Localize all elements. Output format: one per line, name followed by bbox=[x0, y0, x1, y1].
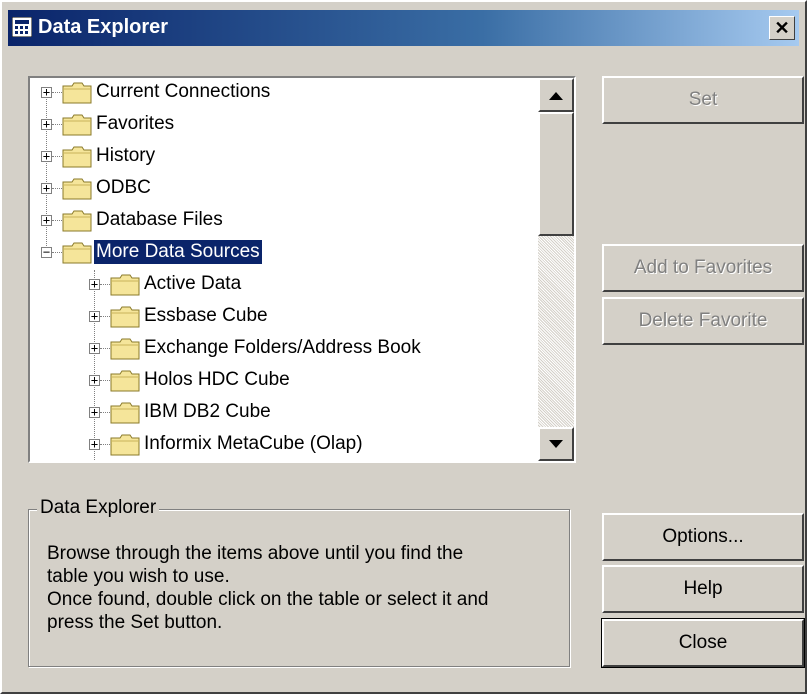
close-button[interactable]: Close bbox=[601, 618, 805, 668]
description-line-3: Once found, double click on the table or… bbox=[47, 589, 489, 610]
tree-item-label: History bbox=[96, 145, 156, 166]
data-explorer-info-group: Data Explorer Browse through the items a… bbox=[28, 497, 570, 667]
expand-icon[interactable]: + bbox=[89, 278, 100, 290]
expand-icon[interactable]: + bbox=[89, 406, 100, 418]
tree-item-label: Exchange Folders/Address Book bbox=[144, 337, 421, 358]
tree-connector-line bbox=[52, 220, 62, 221]
window-title: Data Explorer bbox=[38, 16, 169, 38]
set-button-label: Set bbox=[688, 89, 718, 110]
arrow-down-icon bbox=[549, 440, 563, 448]
delete-favorite-button[interactable]: Delete Favorite bbox=[602, 297, 804, 345]
tree-item[interactable]: − More Data Sources bbox=[30, 238, 538, 270]
tree-item[interactable]: + Favorites bbox=[30, 110, 538, 142]
add-to-favorites-button[interactable]: Add to Favorites bbox=[602, 244, 804, 292]
group-title: Data Explorer bbox=[37, 497, 160, 519]
folder-icon bbox=[110, 434, 140, 456]
expand-icon[interactable]: + bbox=[89, 342, 100, 354]
expand-icon[interactable]: + bbox=[89, 438, 100, 450]
description-line-4: press the Set button. bbox=[47, 612, 223, 633]
tree-connector-line bbox=[100, 284, 110, 285]
tree-connector-line bbox=[52, 188, 62, 189]
tree-items: + Current Connections + Favorites + History + O… bbox=[30, 78, 538, 461]
tree-connector-line bbox=[100, 348, 110, 349]
expand-icon[interactable]: + bbox=[41, 182, 52, 194]
tree-connector-line bbox=[100, 412, 110, 413]
tree-connector-line bbox=[100, 316, 110, 317]
tree-item[interactable]: + IBM DB2 Cube bbox=[30, 398, 538, 430]
tree-connector-line bbox=[100, 380, 110, 381]
delete-favorite-label: Delete Favorite bbox=[638, 310, 768, 331]
set-button[interactable]: Set bbox=[602, 76, 804, 124]
tree-vertical-scrollbar[interactable] bbox=[538, 78, 574, 461]
scroll-down-button[interactable] bbox=[538, 427, 574, 461]
folder-icon bbox=[62, 82, 92, 104]
scroll-up-button[interactable] bbox=[538, 78, 574, 112]
tree-item[interactable]: + ODBC bbox=[30, 174, 538, 206]
tree-connector-line bbox=[52, 124, 62, 125]
group-description: Browse through the items above until you… bbox=[47, 542, 557, 634]
tree-item-label: Database Files bbox=[96, 209, 223, 230]
folder-icon bbox=[110, 402, 140, 424]
options-button[interactable]: Options... bbox=[602, 513, 804, 561]
tree-item-label: More Data Sources bbox=[93, 239, 263, 265]
tree-item-label: ODBC bbox=[96, 177, 151, 198]
tree-item[interactable]: + Database Files bbox=[30, 206, 538, 238]
help-button[interactable]: Help bbox=[602, 565, 804, 613]
close-icon: ✕ bbox=[774, 18, 790, 38]
folder-icon bbox=[62, 210, 92, 232]
data-explorer-app-icon bbox=[12, 17, 32, 37]
tree-item-label: Holos HDC Cube bbox=[144, 369, 290, 390]
tree-item-label: Informix MetaCube (Olap) bbox=[144, 433, 363, 454]
tree-item[interactable]: + Informix MetaCube (Olap) bbox=[30, 430, 538, 461]
folder-icon bbox=[62, 242, 92, 264]
tree-item-label: IBM DB2 Cube bbox=[144, 401, 271, 422]
title-bar[interactable]: Data Explorer ✕ bbox=[8, 10, 799, 46]
expand-icon[interactable]: + bbox=[41, 214, 52, 226]
tree-item[interactable]: + Exchange Folders/Address Book bbox=[30, 334, 538, 366]
tree-item-label: Favorites bbox=[96, 113, 175, 134]
close-window-button[interactable]: ✕ bbox=[769, 16, 795, 40]
tree-item-label: Current Connections bbox=[96, 81, 271, 102]
tree-item[interactable]: + History bbox=[30, 142, 538, 174]
data-source-tree[interactable]: + Current Connections + Favorites + History + O… bbox=[28, 76, 576, 463]
tree-item-label: Active Data bbox=[144, 273, 242, 294]
tree-item[interactable]: + Current Connections bbox=[30, 78, 538, 110]
folder-icon bbox=[62, 114, 92, 136]
options-label: Options... bbox=[662, 526, 744, 547]
help-label: Help bbox=[683, 578, 723, 599]
description-line-2: table you wish to use. bbox=[47, 566, 230, 587]
folder-icon bbox=[110, 274, 140, 296]
tree-connector-line bbox=[52, 252, 62, 253]
folder-icon bbox=[110, 306, 140, 328]
tree-item-label: Essbase Cube bbox=[144, 305, 268, 326]
expand-icon[interactable]: + bbox=[41, 150, 52, 162]
scroll-thumb[interactable] bbox=[538, 112, 574, 236]
tree-connector-line bbox=[100, 444, 110, 445]
tree-connector-line bbox=[52, 92, 62, 93]
tree-item[interactable]: + Holos HDC Cube bbox=[30, 366, 538, 398]
tree-connector-line bbox=[52, 156, 62, 157]
folder-icon bbox=[62, 146, 92, 168]
collapse-icon[interactable]: − bbox=[41, 246, 52, 258]
data-explorer-window: Data Explorer ✕ + Current Connections + Fav… bbox=[0, 0, 807, 694]
arrow-up-icon bbox=[549, 92, 563, 100]
folder-icon bbox=[110, 370, 140, 392]
close-label: Close bbox=[678, 632, 728, 653]
description-line-1: Browse through the items above until you… bbox=[47, 543, 464, 564]
folder-icon bbox=[110, 338, 140, 360]
tree-item[interactable]: + Active Data bbox=[30, 270, 538, 302]
expand-icon[interactable]: + bbox=[89, 374, 100, 386]
add-to-favorites-label: Add to Favorites bbox=[633, 257, 773, 278]
expand-icon[interactable]: + bbox=[89, 310, 100, 322]
expand-icon[interactable]: + bbox=[41, 118, 52, 130]
tree-item[interactable]: + Essbase Cube bbox=[30, 302, 538, 334]
folder-icon bbox=[62, 178, 92, 200]
expand-icon[interactable]: + bbox=[41, 86, 52, 98]
